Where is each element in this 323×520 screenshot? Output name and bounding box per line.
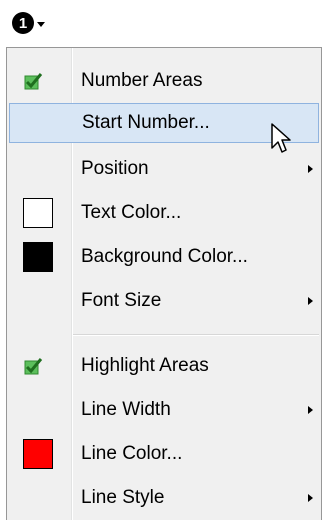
numbering-menu: Number Areas Start Number... Position Te…	[6, 47, 322, 520]
menu-item-line-style[interactable]: Line Style	[9, 478, 319, 518]
menu-item-number-areas[interactable]: Number Areas	[9, 61, 319, 101]
chevron-right-icon	[308, 494, 313, 502]
menu-item-background-color[interactable]: Background Color...	[9, 237, 319, 277]
menu-item-label: Text Color...	[81, 202, 182, 223]
menu-item-label: Line Style	[81, 487, 165, 508]
red-color-swatch	[23, 439, 53, 469]
menu-item-label: Line Width	[81, 399, 171, 420]
menu-separator	[73, 334, 319, 336]
menu-item-label: Line Color...	[81, 443, 183, 464]
chevron-right-icon	[308, 165, 313, 173]
menu-item-line-width[interactable]: Line Width	[9, 390, 319, 430]
check-icon	[24, 358, 43, 375]
black-color-swatch	[23, 242, 53, 272]
menu-item-font-size[interactable]: Font Size	[9, 281, 319, 321]
chevron-down-icon	[37, 21, 45, 27]
menu-item-label: Number Areas	[81, 70, 203, 91]
white-color-swatch	[23, 198, 53, 228]
mouse-pointer-icon	[271, 123, 291, 153]
numbering-dropdown-button[interactable]: 1	[8, 8, 56, 38]
menu-item-label: Background Color...	[81, 246, 248, 267]
check-icon	[24, 73, 43, 90]
menu-item-highlight-areas[interactable]: Highlight Areas	[9, 346, 319, 386]
chevron-right-icon	[308, 406, 313, 414]
chevron-right-icon	[308, 297, 313, 305]
menu-item-label: Highlight Areas	[81, 355, 209, 376]
menu-item-label: Start Number...	[82, 112, 210, 133]
menu-item-label: Font Size	[81, 290, 162, 311]
menu-item-text-color[interactable]: Text Color...	[9, 193, 319, 233]
menu-item-label: Position	[81, 158, 149, 179]
number-badge-icon: 1	[12, 12, 34, 34]
menu-item-line-color[interactable]: Line Color...	[9, 434, 319, 474]
